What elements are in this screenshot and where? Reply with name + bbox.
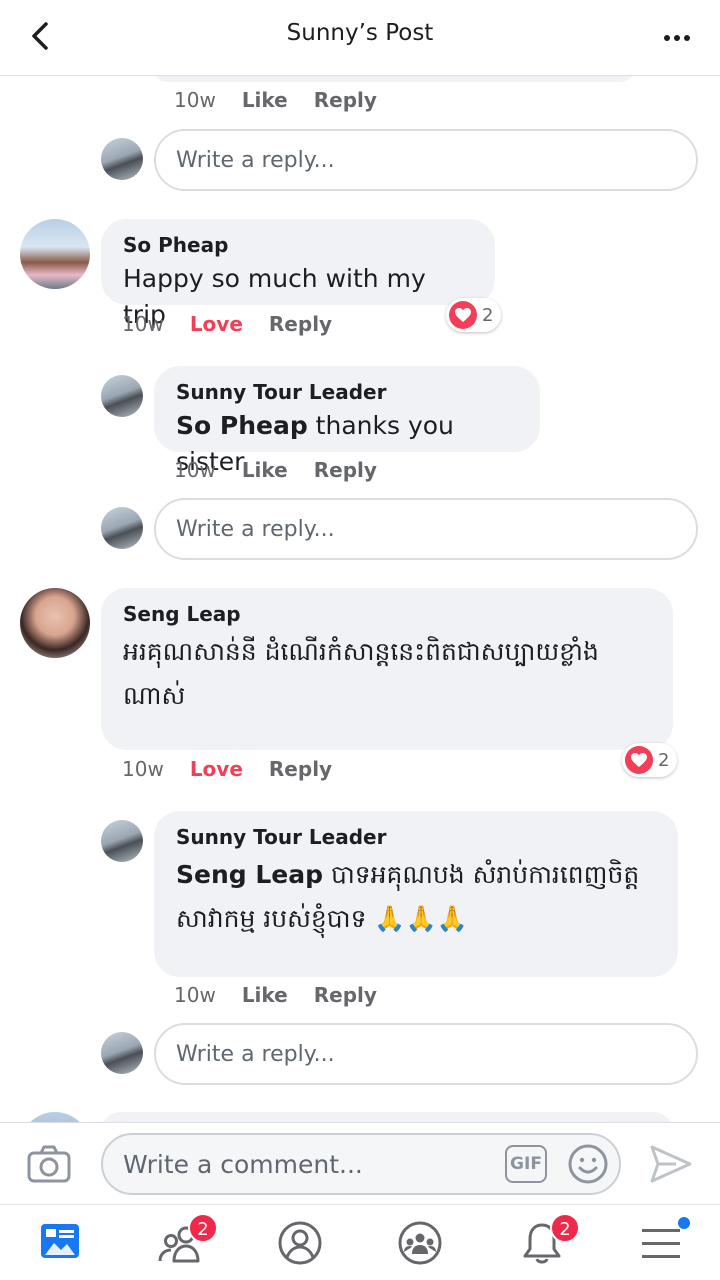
reply-link[interactable]: Reply — [314, 88, 377, 112]
comment-author[interactable]: Seng Leap — [123, 602, 651, 626]
comment-bubble: So Pheap Happy so much with my trip — [101, 219, 495, 329]
reply-input-box[interactable] — [154, 129, 698, 191]
heart-icon — [449, 301, 477, 329]
friends-icon[interactable]: 2 — [156, 1213, 218, 1267]
comment-input-box[interactable]: GIF — [101, 1133, 621, 1195]
comment-meta: 10w Love Reply — [122, 312, 358, 336]
love-link[interactable]: Love — [190, 757, 243, 781]
comment-author[interactable]: So Pheap — [123, 233, 473, 257]
avatar — [101, 1032, 143, 1074]
reply-bubble: Sunny Tour Leader Seng Leap បាទអគុណបង សំ… — [154, 811, 678, 977]
mention-link[interactable]: Seng Leap — [176, 860, 323, 889]
reaction-number: 2 — [658, 749, 670, 771]
heart-icon — [625, 746, 653, 774]
news-feed-icon[interactable] — [38, 1219, 86, 1267]
reply-link[interactable]: Reply — [269, 757, 332, 781]
send-icon[interactable] — [646, 1141, 694, 1187]
reply-input-box[interactable] — [154, 498, 698, 560]
avatar[interactable] — [20, 219, 90, 289]
avatar[interactable] — [101, 820, 143, 862]
reaction-count[interactable]: 2 — [446, 298, 502, 332]
bottom-navigation: 2 2 — [0, 1204, 720, 1280]
reply-link[interactable]: Reply — [269, 312, 332, 336]
reply-author[interactable]: Sunny Tour Leader — [176, 380, 518, 404]
top-bar: Sunny’s Post — [0, 0, 720, 76]
comment-bubble: Seng Leap អរគុណសាន់នី ដំណើរកំសាន្តនេះពិត… — [101, 588, 673, 750]
partial-comment-bubble — [154, 76, 634, 82]
notifications-badge: 2 — [550, 1213, 580, 1243]
comment-time: 10w — [122, 312, 164, 336]
reply-input[interactable] — [156, 131, 696, 189]
notifications-icon[interactable]: 2 — [518, 1213, 580, 1267]
gif-button[interactable]: GIF — [505, 1145, 547, 1183]
comment-meta: 10w Like Reply — [174, 88, 403, 112]
like-link[interactable]: Like — [242, 88, 288, 112]
more-options-icon[interactable] — [664, 26, 698, 42]
partial-comment-bubble — [101, 1112, 673, 1122]
comment-composer: GIF — [0, 1122, 720, 1204]
reply-bubble: Sunny Tour Leader So Pheap thanks you si… — [154, 366, 540, 476]
reply-input[interactable] — [156, 500, 696, 558]
avatar — [20, 1112, 90, 1122]
menu-icon[interactable] — [638, 1217, 690, 1267]
groups-icon[interactable] — [396, 1219, 444, 1267]
friends-badge: 2 — [188, 1213, 218, 1243]
reaction-number: 2 — [482, 304, 494, 326]
reply-input[interactable] — [156, 1025, 696, 1083]
comment-time: 10w — [174, 88, 216, 112]
reply-link[interactable]: Reply — [314, 458, 377, 482]
avatar[interactable] — [101, 375, 143, 417]
like-link[interactable]: Like — [242, 983, 288, 1007]
reply-author[interactable]: Sunny Tour Leader — [176, 825, 656, 849]
reply-input-box[interactable] — [154, 1023, 698, 1085]
menu-notification-dot — [678, 1217, 690, 1229]
love-link[interactable]: Love — [190, 312, 243, 336]
comment-meta: 10w Love Reply — [122, 757, 358, 781]
page-title: Sunny’s Post — [286, 20, 434, 46]
reply-link[interactable]: Reply — [314, 983, 377, 1007]
emoji-icon[interactable] — [567, 1143, 609, 1185]
comment-text: អរគុណសាន់នី ដំណើរកំសាន្តនេះពិតជាសប្បាយខ្… — [123, 637, 599, 710]
avatar — [101, 138, 143, 180]
comment-thread: 10w Like Reply So Pheap Happy so much with… — [0, 76, 720, 1122]
reaction-count[interactable]: 2 — [622, 743, 678, 777]
like-link[interactable]: Like — [242, 458, 288, 482]
avatar[interactable] — [20, 588, 90, 658]
reply-meta: 10w Like Reply — [174, 983, 403, 1007]
reply-time: 10w — [174, 458, 216, 482]
comment-time: 10w — [122, 757, 164, 781]
camera-icon[interactable] — [26, 1143, 72, 1185]
mention-link[interactable]: So Pheap — [176, 411, 308, 440]
avatar — [101, 507, 143, 549]
reply-time: 10w — [174, 983, 216, 1007]
profile-icon[interactable] — [276, 1219, 324, 1267]
reply-meta: 10w Like Reply — [174, 458, 403, 482]
comment-input[interactable] — [103, 1135, 483, 1193]
